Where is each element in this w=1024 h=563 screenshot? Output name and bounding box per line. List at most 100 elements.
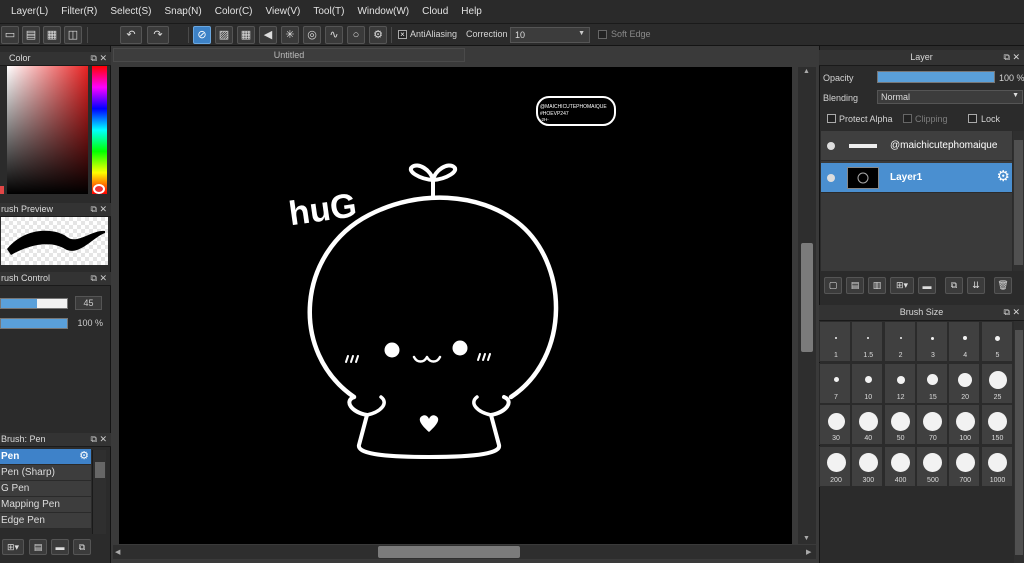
radial-snap-icon[interactable]: ✳ — [281, 26, 299, 44]
brush-size-cell[interactable]: 4 — [948, 321, 981, 362]
clipping-checkbox[interactable] — [903, 114, 912, 123]
color-swap-icon[interactable] — [93, 184, 105, 194]
brush-size-cell[interactable]: 100 — [948, 404, 981, 445]
brush-item-mapping-pen[interactable]: Mapping Pen — [0, 497, 91, 513]
parallel-snap-icon[interactable]: ▨ — [215, 26, 233, 44]
add-brush-icon[interactable]: ⊞▾ — [2, 539, 24, 555]
trash-icon[interactable]: 🗑 — [994, 277, 1012, 294]
panels-icon[interactable]: ◫ — [64, 26, 82, 44]
brush-size-cell[interactable]: 70 — [915, 404, 948, 445]
gear-icon[interactable]: ⚙ — [997, 169, 1010, 184]
brush-size-cell[interactable]: 20 — [948, 362, 981, 404]
eye-icon[interactable] — [827, 174, 835, 182]
brush-size-cell[interactable]: 1.5 — [851, 321, 884, 362]
add-layer-menu-icon[interactable]: ⊞▾ — [890, 277, 914, 294]
brush-item-g-pen[interactable]: G Pen — [0, 481, 91, 497]
brush-size-cell[interactable]: 15 — [915, 362, 948, 404]
menu-help[interactable]: Help — [461, 6, 482, 17]
brush-size-scroll-thumb[interactable] — [1015, 330, 1023, 555]
menu-color[interactable]: Color(C) — [215, 6, 253, 17]
no-snap-icon[interactable]: ⊘ — [193, 26, 211, 44]
menu-filter[interactable]: Filter(R) — [61, 6, 97, 17]
panel-float-close-icon[interactable]: ⧉ ✕ — [91, 272, 107, 285]
brush-size-value[interactable]: 45 — [75, 296, 102, 310]
brush-size-cell[interactable]: 150 — [980, 404, 1013, 445]
drawing-canvas[interactable]: huG @MAICHICUTEPHOMAIQUE #HOEVP247 -2H- — [119, 67, 792, 544]
curve-snap-icon[interactable]: ∿ — [325, 26, 343, 44]
grid-snap-icon[interactable]: ▦ — [237, 26, 255, 44]
soft-edge-checkbox[interactable] — [598, 30, 607, 39]
duplicate-icon[interactable]: ⧉ — [73, 539, 91, 555]
merge-layer-icon[interactable]: ⇊ — [967, 277, 985, 294]
brush-size-cell[interactable]: 30 — [819, 404, 851, 445]
panel-float-close-icon[interactable]: ⧉ ✕ — [91, 52, 107, 65]
lock-checkbox[interactable] — [968, 114, 977, 123]
perspective-snap-icon[interactable]: ◀ — [259, 26, 277, 44]
layer-row[interactable]: Layer1 ⚙ — [821, 163, 1012, 193]
menu-snap[interactable]: Snap(N) — [164, 6, 201, 17]
blending-select[interactable]: Normal ▼ — [877, 90, 1023, 104]
menu-select[interactable]: Select(S) — [110, 6, 151, 17]
brush-size-cell[interactable]: 2 — [883, 321, 916, 362]
menu-tool[interactable]: Tool(T) — [313, 6, 344, 17]
new-layer-icon[interactable]: ▢ — [824, 277, 842, 294]
document-tab[interactable]: Untitled — [113, 48, 465, 62]
film-icon[interactable]: ▦ — [43, 26, 61, 44]
menu-window[interactable]: Window(W) — [357, 6, 409, 17]
panel-float-close-icon[interactable]: ⧉ ✕ — [1004, 50, 1020, 65]
undo-icon[interactable]: ↶ — [120, 26, 142, 44]
brush-size-cell[interactable]: 7 — [819, 362, 851, 404]
chat-icon[interactable]: ▭ — [1, 26, 19, 44]
brush-size-cell[interactable]: 700 — [948, 445, 981, 487]
brush-size-slider[interactable] — [0, 298, 68, 309]
redo-icon[interactable]: ↷ — [147, 26, 169, 44]
vertical-scroll-thumb[interactable] — [801, 243, 813, 352]
correction-select[interactable]: 10 ▼ — [510, 27, 590, 43]
layer-scroll-thumb[interactable] — [1014, 140, 1023, 265]
scroll-up-icon[interactable]: ▲ — [803, 68, 810, 75]
layer-row[interactable]: @maichicutephomaique — [821, 131, 1012, 161]
brush-size-cell[interactable]: 300 — [851, 445, 884, 487]
antialiasing-checkbox[interactable]: × — [398, 30, 407, 39]
brush-size-cell[interactable]: 3 — [915, 321, 948, 362]
layer-opacity-slider[interactable] — [877, 71, 995, 83]
panel-float-close-icon[interactable]: ⧉ ✕ — [91, 203, 107, 216]
protect-alpha-checkbox[interactable] — [827, 114, 836, 123]
scroll-right-icon[interactable]: ▶ — [806, 548, 811, 556]
circle-snap-icon[interactable]: ○ — [347, 26, 365, 44]
brush-size-cell[interactable]: 1 — [819, 321, 851, 362]
scroll-left-icon[interactable]: ◀ — [115, 548, 120, 556]
folder-icon[interactable]: ▬ — [51, 539, 69, 555]
duplicate-layer-icon[interactable]: ⧉ — [945, 277, 963, 294]
horizontal-scroll-thumb[interactable] — [378, 546, 520, 558]
brush-size-cell[interactable]: 1000 — [980, 445, 1013, 487]
brush-item-pen[interactable]: Pen ⚙ — [0, 449, 91, 465]
snap-settings-icon[interactable]: ⚙ — [369, 26, 387, 44]
menu-view[interactable]: View(V) — [266, 6, 301, 17]
menu-layer[interactable]: Layer(L) — [11, 6, 48, 17]
brush-size-cell[interactable]: 10 — [851, 362, 884, 404]
concentric-snap-icon[interactable]: ◎ — [303, 26, 321, 44]
new-halftone-layer-icon[interactable]: ▤ — [846, 277, 864, 294]
color-picker-square[interactable] — [7, 66, 88, 194]
hue-slider[interactable] — [92, 66, 107, 194]
brush-opacity-slider[interactable] — [0, 318, 68, 329]
gear-icon[interactable]: ⚙ — [79, 449, 89, 464]
brush-size-cell[interactable]: 5 — [980, 321, 1013, 362]
brush-size-cell[interactable]: 500 — [915, 445, 948, 487]
document-icon[interactable]: ▤ — [22, 26, 40, 44]
brush-item-edge-pen[interactable]: Edge Pen — [0, 513, 91, 529]
brush-size-cell[interactable]: 200 — [819, 445, 851, 487]
new-raster-layer-icon[interactable]: ▥ — [868, 277, 886, 294]
scroll-down-icon[interactable]: ▼ — [803, 535, 810, 542]
menu-cloud[interactable]: Cloud — [422, 6, 448, 17]
brush-size-cell[interactable]: 40 — [851, 404, 884, 445]
current-color-swatch[interactable] — [0, 186, 4, 194]
panel-float-close-icon[interactable]: ⧉ ✕ — [1004, 305, 1020, 320]
panel-float-close-icon[interactable]: ⧉ ✕ — [91, 433, 107, 446]
brush-size-cell[interactable]: 12 — [883, 362, 916, 404]
brush-size-cell[interactable]: 400 — [883, 445, 916, 487]
brush-settings-icon[interactable]: ▤ — [29, 539, 47, 555]
eye-icon[interactable] — [827, 142, 835, 150]
brush-size-cell[interactable]: 50 — [883, 404, 916, 445]
